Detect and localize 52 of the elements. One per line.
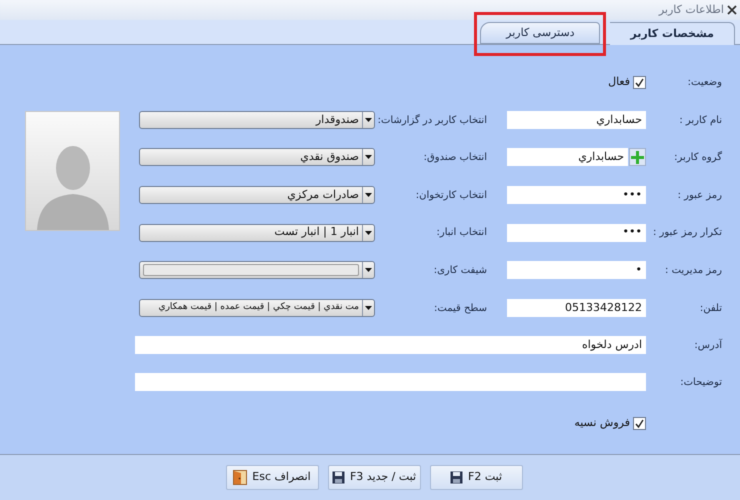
dropdown-label: انتخاب کاربر در گزارشات: xyxy=(378,114,487,126)
dropdown-value: صادرات مرکزي xyxy=(286,186,360,203)
dropdown-arrow-icon xyxy=(362,262,374,278)
save-button[interactable]: ثبت F2 xyxy=(430,465,522,490)
field-label: تکرار رمز عبور : xyxy=(652,227,722,238)
dropdown[interactable]: انبار 1 | انبار تست xyxy=(139,224,375,242)
input-field[interactable] xyxy=(135,373,646,392)
input-field[interactable]: ••• xyxy=(507,186,646,204)
input-field[interactable]: • xyxy=(507,261,646,280)
field-label: آدرس: xyxy=(694,340,722,351)
status-label: وضعیت: xyxy=(688,77,722,88)
dropdown-value: صندوقدار xyxy=(314,112,360,128)
dropdown-label: انتخاب صندوق: xyxy=(424,152,487,164)
field-label: توضیحات: xyxy=(680,376,722,388)
tab[interactable]: مشخصات کاربر xyxy=(610,22,735,45)
dropdown-value: انبار 1 | انبار تست xyxy=(273,224,360,240)
field-label: رمز عبور : xyxy=(678,190,722,201)
dropdown[interactable]: صندوقدار xyxy=(139,110,375,129)
dropdown-arrow-icon xyxy=(362,224,374,241)
window-title: اطلاعات کاربر xyxy=(658,2,724,18)
tab[interactable]: دسترسی کاربر xyxy=(480,22,600,44)
dropdown-arrow-icon xyxy=(362,186,374,203)
input-field[interactable]: حسابداري xyxy=(507,110,646,129)
dropdown[interactable]: صادرات مرکزي xyxy=(139,186,375,204)
dropdown-label: شیفت کاری: xyxy=(434,264,487,276)
close-icon[interactable] xyxy=(727,5,737,15)
field-label: رمز مدیریت : xyxy=(665,264,722,276)
field-label: تلفن: xyxy=(700,302,722,314)
dropdown-label: سطح قیمت: xyxy=(434,302,487,314)
dropdown[interactable] xyxy=(139,261,375,280)
dropdown[interactable]: مت نقدي | قيمت چكي | قيمت عمده | قيمت همكاري xyxy=(139,298,375,317)
dropdown-label: انتخاب کارتخوان: xyxy=(416,190,487,201)
field-label: گروه کاربر: xyxy=(674,152,722,164)
door-icon xyxy=(233,470,248,485)
input-field[interactable]: ••• xyxy=(507,224,646,242)
dropdown-arrow-icon xyxy=(362,149,374,166)
checkbox[interactable] xyxy=(633,417,646,430)
input-field[interactable]: ادرس دلخواه xyxy=(135,336,646,354)
dropdown-label: انتخاب انبار: xyxy=(436,227,487,238)
field-label: نام کاربر : xyxy=(679,114,722,126)
cancel-button[interactable]: انصراف Esc xyxy=(226,465,318,490)
dropdown-value: مت نقدي | قيمت چكي | قيمت عمده | قيمت همكاري xyxy=(158,301,360,314)
dropdown-arrow-icon xyxy=(362,112,374,128)
dropdown-arrow-icon xyxy=(362,300,374,316)
save-button[interactable]: ثبت / جدید F3 xyxy=(328,465,420,490)
credit-sale-label: فروش نسیه xyxy=(574,415,630,432)
dropdown[interactable]: صندوق نقدي xyxy=(139,148,375,166)
dropdown-value: صندوق نقدي xyxy=(299,149,360,166)
active-label: فعال xyxy=(608,74,630,90)
input-field[interactable]: حسابداري xyxy=(507,148,628,166)
input-field[interactable]: 05133428122 xyxy=(507,298,646,317)
checkbox[interactable] xyxy=(633,76,646,89)
